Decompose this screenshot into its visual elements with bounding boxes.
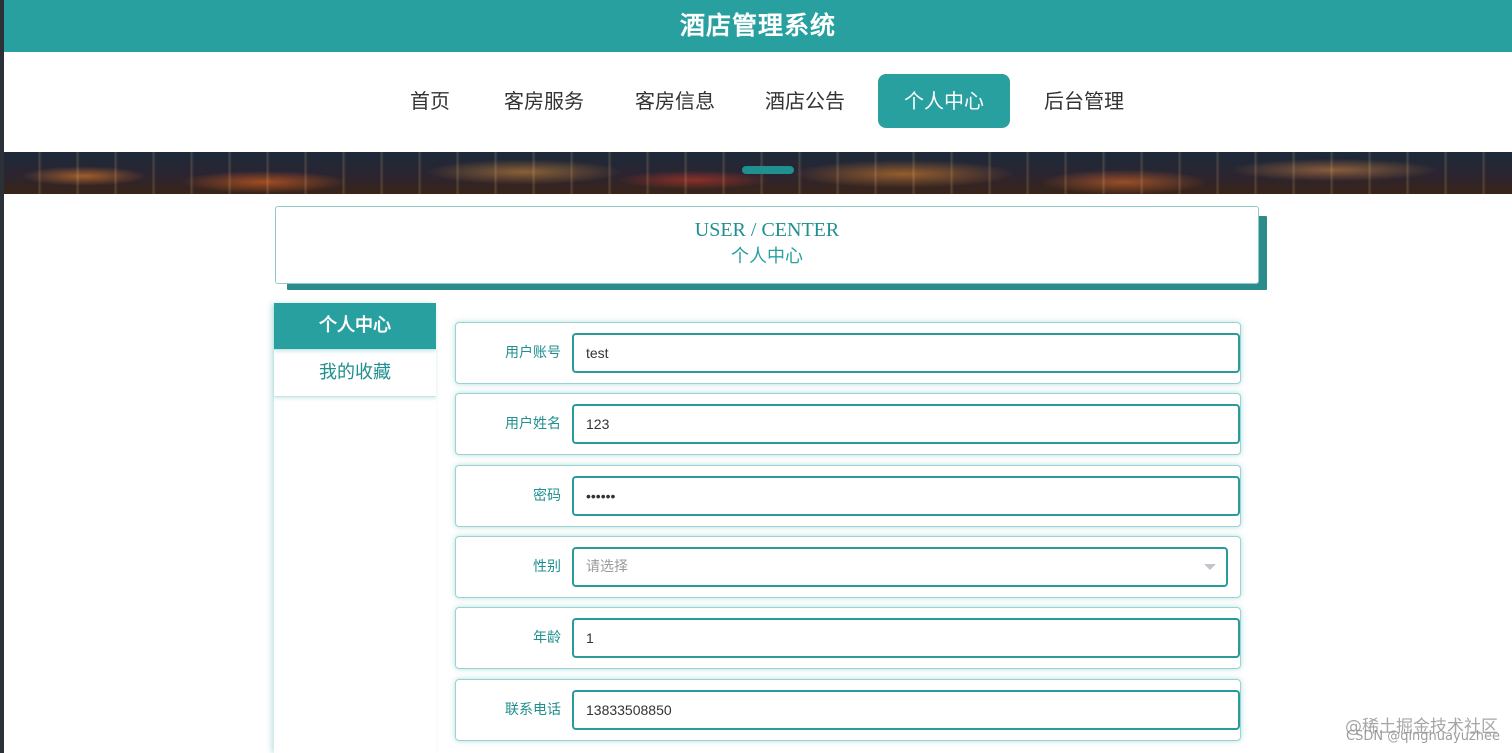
age-input[interactable] xyxy=(572,618,1240,658)
gender-label: 性别 xyxy=(533,559,561,575)
side-item-user-center[interactable]: 个人中心 xyxy=(274,303,436,350)
name-label: 用户姓名 xyxy=(505,416,561,432)
nav-item-admin[interactable]: 后台管理 xyxy=(1032,74,1136,128)
main-nav: 首页 客房服务 客房信息 酒店公告 个人中心 后台管理 xyxy=(4,52,1512,152)
phone-input[interactable] xyxy=(572,690,1240,730)
form-row-password: 密码 xyxy=(455,465,1241,527)
nav-item-home[interactable]: 首页 xyxy=(400,74,460,128)
section-header: USER / CENTER 个人中心 xyxy=(275,206,1259,284)
banner-image xyxy=(4,152,1512,194)
form-row-account: 用户账号 xyxy=(455,322,1241,384)
account-input[interactable] xyxy=(572,333,1240,373)
gender-select[interactable]: 请选择 xyxy=(572,547,1228,587)
phone-label: 联系电话 xyxy=(505,702,561,718)
side-item-favorites[interactable]: 我的收藏 xyxy=(274,350,436,397)
side-menu: 个人中心 我的收藏 xyxy=(274,303,436,753)
name-input[interactable] xyxy=(572,404,1240,444)
section-title-cn: 个人中心 xyxy=(731,246,803,267)
nav-item-hotel-notice[interactable]: 酒店公告 xyxy=(753,74,857,128)
form-row-name: 用户姓名 xyxy=(455,393,1241,455)
password-label: 密码 xyxy=(533,488,561,504)
nav-item-room-service[interactable]: 客房服务 xyxy=(492,74,596,128)
form-row-gender: 性别 请选择 xyxy=(455,536,1241,598)
form-row-age: 年龄 xyxy=(455,607,1241,669)
age-label: 年龄 xyxy=(533,630,561,646)
password-input[interactable] xyxy=(572,476,1240,516)
gender-select-value: 请选择 xyxy=(586,559,628,575)
nav-item-room-info[interactable]: 客房信息 xyxy=(623,74,727,128)
account-label: 用户账号 xyxy=(505,345,561,361)
form-row-phone: 联系电话 xyxy=(455,679,1241,741)
nav-item-user-center[interactable]: 个人中心 xyxy=(878,74,1010,128)
watermark-csdn: CSDN @qinghuayuzhee xyxy=(1346,729,1500,744)
app-title: 酒店管理系统 xyxy=(4,0,1512,52)
chevron-down-icon xyxy=(1204,564,1216,570)
section-title-en: USER / CENTER xyxy=(694,219,840,241)
carousel-indicator[interactable] xyxy=(742,166,794,174)
